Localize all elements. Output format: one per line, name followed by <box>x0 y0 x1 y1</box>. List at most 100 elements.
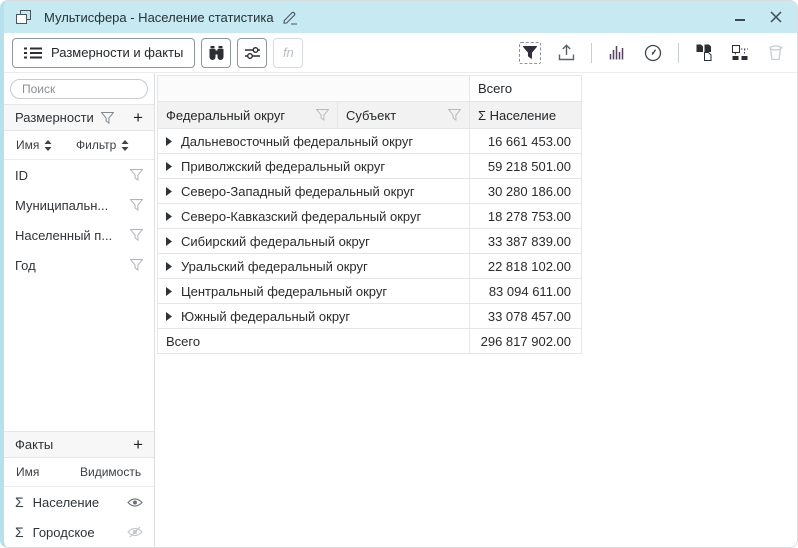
table-row[interactable]: Дальневосточный федеральный округ 16 661… <box>158 129 582 154</box>
dimensions-filter-column[interactable]: Фильтр <box>76 138 116 152</box>
facts-visibility-column[interactable]: Видимость <box>80 465 141 479</box>
app-body: Размерности + Имя <box>4 73 797 547</box>
total-column-header: Всего <box>470 76 582 102</box>
expand-icon[interactable] <box>166 187 172 196</box>
facts-list: Σ Население Σ Городское <box>4 487 154 547</box>
columns-header-row: Федеральный округ Субъект <box>158 102 582 129</box>
fact-list-item[interactable]: Σ Население <box>4 487 154 517</box>
filter-funnel-icon[interactable] <box>130 229 143 241</box>
total-row-value: 296 817 902.00 <box>470 329 582 354</box>
filter-funnel-icon[interactable] <box>130 199 143 211</box>
search-binoculars-button[interactable] <box>201 38 231 68</box>
dimension-name: Муниципальн... <box>15 198 108 213</box>
fact-name: Население <box>33 495 99 510</box>
population-value: 83 094 611.00 <box>470 279 582 304</box>
filter-funnel-icon[interactable] <box>448 109 461 121</box>
expand-icon[interactable] <box>166 312 172 321</box>
sidebar-spacer <box>4 280 154 431</box>
gauge-icon[interactable] <box>642 42 664 64</box>
dimensions-list: ID Муниципальн... Населенный п... Год <box>4 160 154 280</box>
pencil-icon[interactable] <box>283 10 298 25</box>
toolbar: Размерности и факты <box>4 33 797 73</box>
add-fact-button[interactable]: + <box>133 436 143 453</box>
population-value: 22 818 102.00 <box>470 254 582 279</box>
dimensions-facts-button[interactable]: Размерности и факты <box>12 38 195 68</box>
expand-icon[interactable] <box>166 237 172 246</box>
filter-funnel-icon[interactable] <box>130 259 143 271</box>
search-wrap <box>4 73 154 104</box>
toolbar-separator <box>678 43 679 63</box>
filter-icon[interactable] <box>519 42 541 64</box>
export-icon[interactable] <box>555 42 577 64</box>
expand-icon[interactable] <box>166 262 172 271</box>
dimension-list-item[interactable]: Муниципальн... <box>4 190 154 220</box>
facts-name-column[interactable]: Имя <box>16 465 39 479</box>
close-button[interactable] <box>769 10 783 24</box>
structure-icon[interactable] <box>729 42 751 64</box>
dimension-name: Населенный п... <box>15 228 112 243</box>
table-row[interactable]: Уральский федеральный округ 22 818 102.0… <box>158 254 582 279</box>
district-name: Северо-Западный федеральный округ <box>181 184 415 199</box>
population-value: 33 078 457.00 <box>470 304 582 329</box>
filter-funnel-icon[interactable] <box>101 112 114 124</box>
dimension-name: Год <box>15 258 36 273</box>
expand-icon[interactable] <box>166 162 172 171</box>
window-controls <box>733 10 783 24</box>
delete-bucket-icon <box>765 42 787 64</box>
fact-name: Городское <box>33 525 95 540</box>
minimize-button[interactable] <box>733 10 747 24</box>
copy-icon[interactable] <box>693 42 715 64</box>
toolbar-separator <box>591 43 592 63</box>
search-input[interactable] <box>10 79 148 99</box>
dimensions-name-column[interactable]: Имя <box>16 138 39 152</box>
column-header-subject[interactable]: Субъект <box>338 102 470 129</box>
district-name: Северо-Кавказский федеральный округ <box>181 209 421 224</box>
fn-icon: fn <box>283 45 294 60</box>
district-name: Южный федеральный округ <box>181 309 350 324</box>
add-dimension-button[interactable]: + <box>133 109 143 126</box>
table-row[interactable]: Сибирский федеральный округ 33 387 839.0… <box>158 229 582 254</box>
column-header-federal-district[interactable]: Федеральный округ <box>158 102 338 129</box>
sum-icon: Σ <box>15 494 24 510</box>
sort-icon[interactable] <box>121 140 129 151</box>
total-header-row: Всего <box>158 76 582 102</box>
fn-button: fn <box>273 38 303 68</box>
dimensions-facts-label: Размерности и факты <box>51 45 183 60</box>
table-row[interactable]: Приволжский федеральный округ 59 218 501… <box>158 154 582 179</box>
dimensions-title: Размерности <box>15 110 94 125</box>
binoculars-icon <box>208 45 225 60</box>
table-row[interactable]: Центральный федеральный округ 83 094 611… <box>158 279 582 304</box>
sort-icon[interactable] <box>44 140 52 151</box>
district-name: Приволжский федеральный округ <box>181 159 385 174</box>
sum-icon: Σ <box>15 524 24 540</box>
dimension-list-item[interactable]: Населенный п... <box>4 220 154 250</box>
expand-icon[interactable] <box>166 212 172 221</box>
expand-icon[interactable] <box>166 137 172 146</box>
table-row[interactable]: Северо-Западный федеральный округ 30 280… <box>158 179 582 204</box>
sliders-icon <box>244 46 261 60</box>
table-row[interactable]: Северо-Кавказский федеральный округ 18 2… <box>158 204 582 229</box>
list-icon <box>24 46 42 60</box>
dimension-name: ID <box>15 168 28 183</box>
table-row[interactable]: Южный федеральный округ 33 078 457.00 <box>158 304 582 329</box>
pivot-table: Всего Федеральный округ <box>157 75 582 354</box>
facts-section-header: Факты + <box>4 431 154 458</box>
eye-off-icon[interactable] <box>127 526 143 538</box>
column-header-population[interactable]: Σ Население <box>470 102 582 129</box>
titlebar: Мультисфера - Население статистика <box>4 1 797 33</box>
filter-funnel-icon[interactable] <box>130 169 143 181</box>
fact-list-item[interactable]: Σ Городское <box>4 517 154 547</box>
bar-chart-icon[interactable] <box>606 42 628 64</box>
population-value: 59 218 501.00 <box>470 154 582 179</box>
eye-icon[interactable] <box>127 497 143 508</box>
dimension-list-item[interactable]: ID <box>4 160 154 190</box>
district-name: Дальневосточный федеральный округ <box>181 134 413 149</box>
filter-funnel-icon[interactable] <box>316 109 329 121</box>
dimension-list-item[interactable]: Год <box>4 250 154 280</box>
expand-icon[interactable] <box>166 287 172 296</box>
district-name: Уральский федеральный округ <box>181 259 368 274</box>
app-window: Мультисфера - Население статистика <box>0 0 798 548</box>
dimensions-columns-header: Имя Фильтр <box>4 131 154 160</box>
restore-window-icon[interactable] <box>16 10 32 25</box>
settings-sliders-button[interactable] <box>237 38 267 68</box>
